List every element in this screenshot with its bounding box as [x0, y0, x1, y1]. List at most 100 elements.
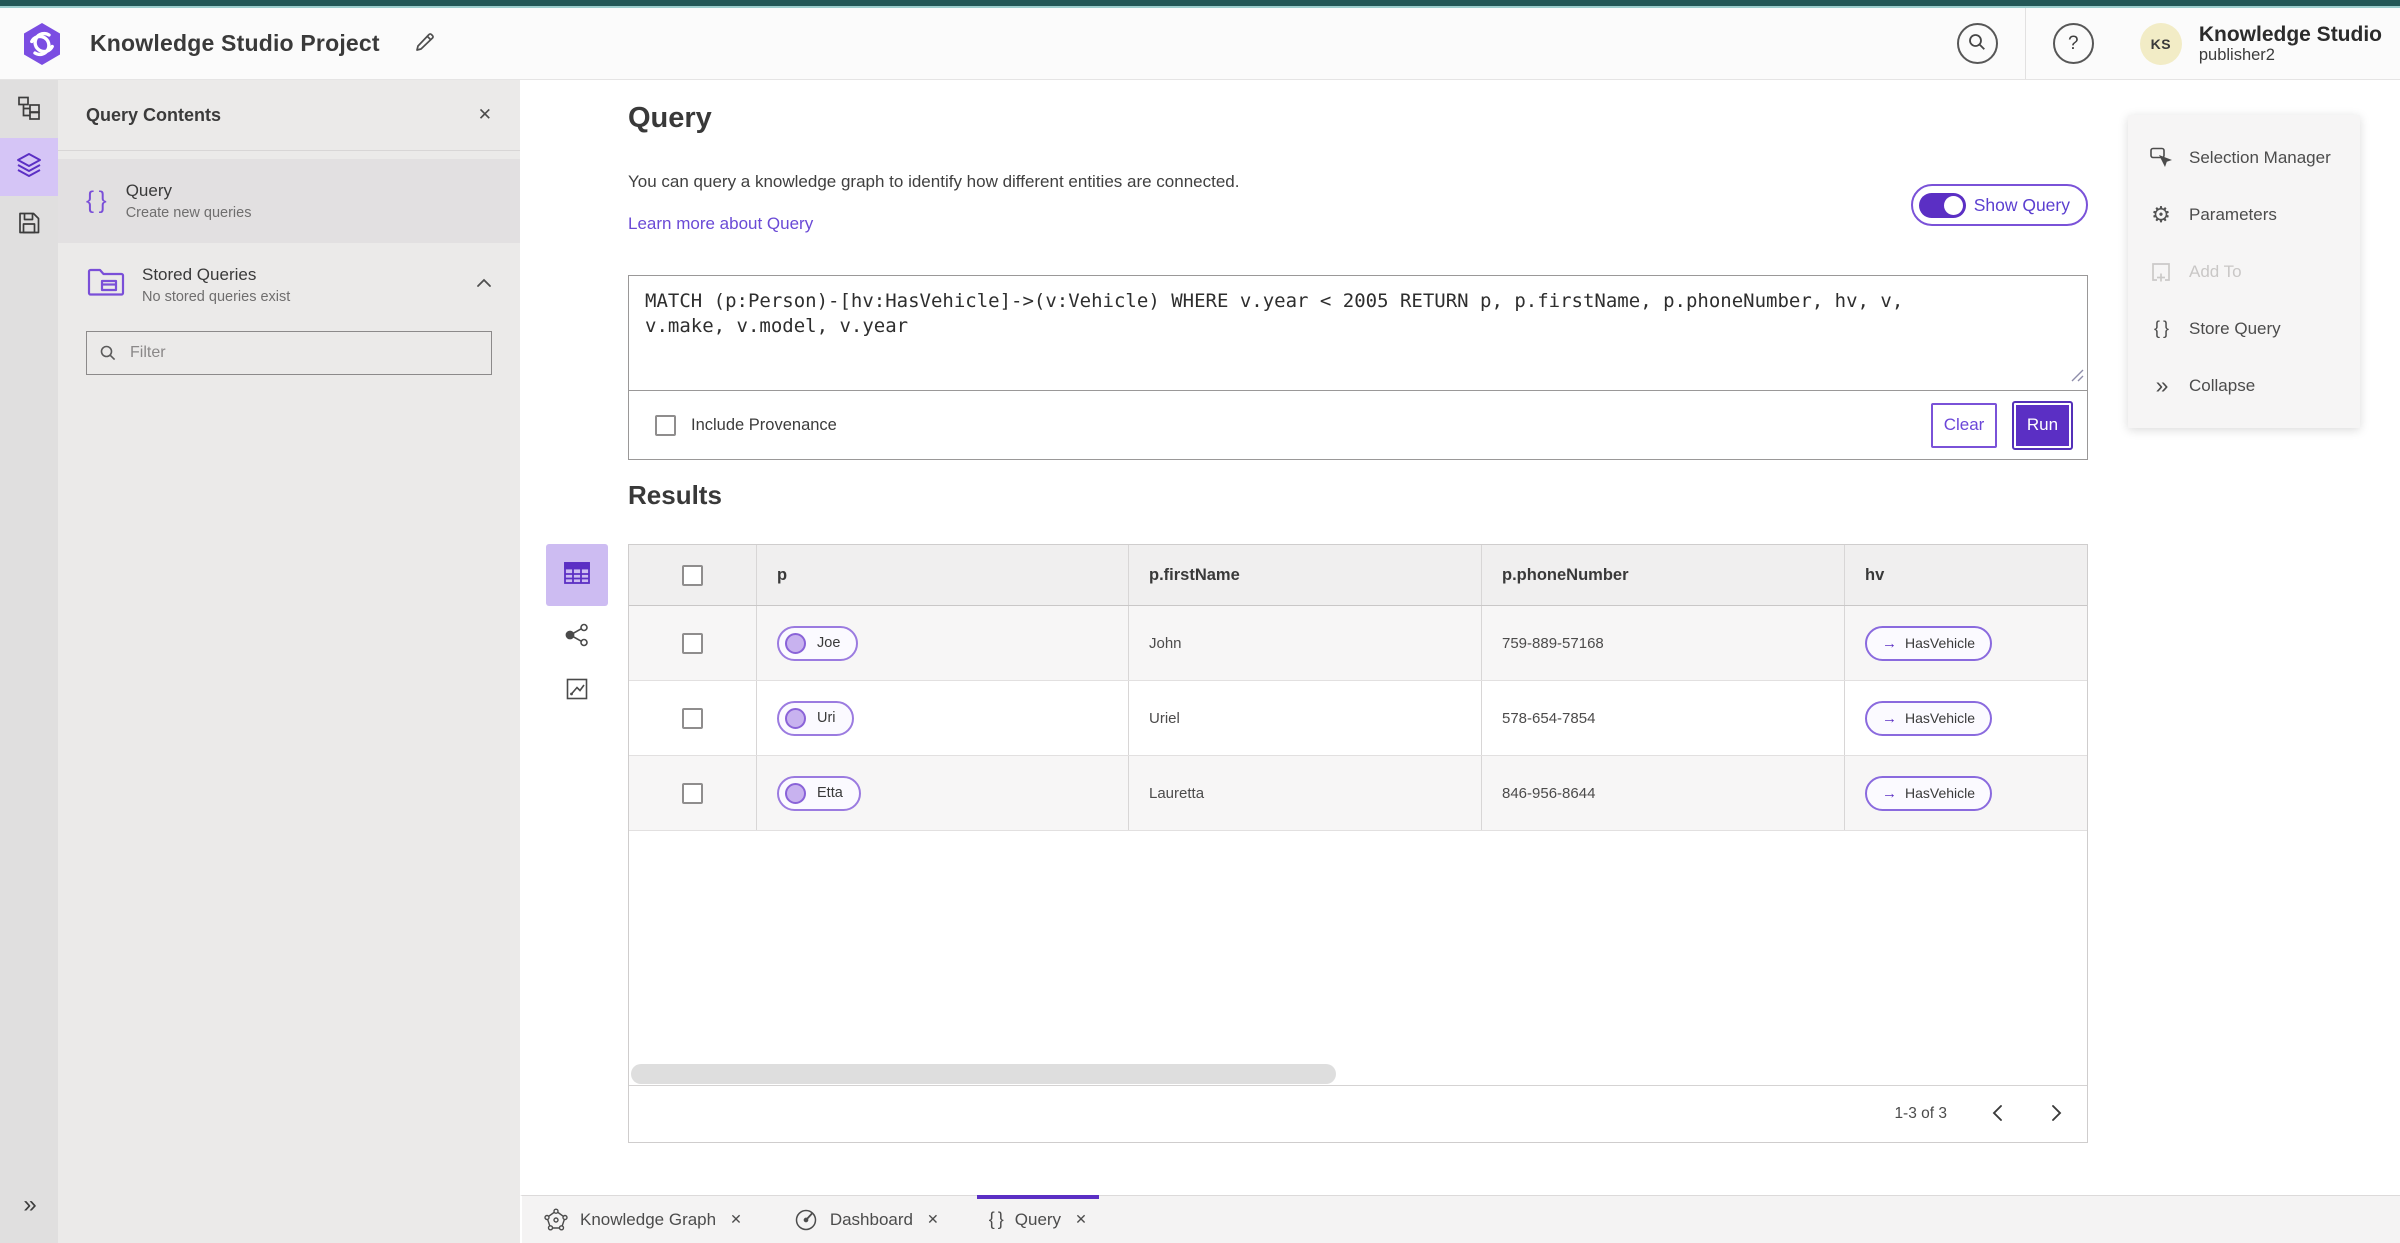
select-all-cell — [629, 545, 756, 605]
results-table: p p.firstName p.phoneNumber hv Joe John … — [628, 544, 2088, 1143]
cell-firstname: John — [1128, 606, 1481, 680]
tab-label: Knowledge Graph — [580, 1209, 717, 1229]
next-page-button[interactable] — [2047, 1100, 2067, 1129]
run-button[interactable]: Run — [2012, 400, 2073, 450]
clear-button[interactable]: Clear — [1931, 402, 1997, 448]
query-description: You can query a knowledge graph to ident… — [628, 172, 1240, 191]
left-icon-rail: » — [0, 80, 59, 1243]
user-role: publisher2 — [2198, 46, 2275, 65]
table-row: Etta Lauretta 846-956-8644 → HasVehicle — [629, 756, 2087, 831]
braces-icon: { } — [988, 1209, 1004, 1229]
cell-firstname: Lauretta — [1128, 756, 1481, 830]
parameters-item[interactable]: ⚙ Parameters — [2128, 186, 2360, 243]
edge-chip[interactable]: → HasVehicle — [1865, 775, 1993, 811]
chart-view-button[interactable] — [546, 668, 608, 714]
show-query-toggle[interactable]: Show Query — [1910, 184, 2088, 226]
tab-knowledge-graph[interactable]: Knowledge Graph ✕ — [536, 1196, 750, 1243]
query-editor-footer: Include Provenance Clear Run — [629, 390, 2087, 459]
filter-input[interactable] — [128, 343, 479, 363]
store-query-item[interactable]: { } Store Query — [2128, 300, 2360, 357]
horizontal-scrollbar[interactable] — [631, 1064, 1336, 1084]
hierarchy-icon — [16, 94, 42, 125]
edge-chip[interactable]: → HasVehicle — [1865, 625, 1993, 661]
column-header-p[interactable]: p — [756, 545, 1128, 605]
table-footer: 1-3 of 3 — [629, 1085, 2087, 1142]
panel-close-button[interactable]: ✕ — [478, 105, 492, 125]
query-contents-panel: Query Contents ✕ { } Query Create new qu… — [58, 80, 520, 1243]
close-icon[interactable]: ✕ — [927, 1211, 939, 1228]
include-provenance-checkbox[interactable] — [655, 414, 676, 436]
braces-icon: { } — [86, 187, 107, 214]
add-to-item: Add To — [2128, 243, 2360, 300]
tab-query[interactable]: { } Query ✕ — [976, 1195, 1099, 1243]
query-page-title: Query — [628, 102, 712, 134]
include-provenance-label: Include Provenance — [691, 415, 837, 434]
help-button[interactable]: ? — [2052, 23, 2094, 64]
expand-panel-button[interactable]: » — [0, 1191, 58, 1219]
table-view-icon — [563, 560, 591, 591]
rail-item-layers[interactable] — [0, 138, 58, 196]
previous-page-button[interactable] — [1987, 1100, 2007, 1129]
node-icon — [785, 782, 806, 804]
pencil-icon — [412, 29, 438, 58]
close-icon[interactable]: ✕ — [730, 1211, 742, 1228]
query-editor[interactable]: MATCH (p:Person)-[hv:HasVehicle]->(v:Veh… — [629, 276, 2087, 390]
collapse-icon: » — [2155, 372, 2169, 398]
add-to-icon — [2148, 260, 2174, 284]
chevron-up-icon[interactable] — [476, 275, 492, 293]
rail-item-hierarchy[interactable] — [0, 80, 58, 138]
panel-item-stored-queries[interactable]: Stored Queries No stored queries exist — [58, 259, 520, 305]
node-label: Uri — [817, 710, 836, 726]
pagination-info: 1-3 of 3 — [1894, 1105, 1947, 1122]
table-view-button[interactable] — [546, 544, 608, 606]
chevron-left-icon — [1991, 1104, 2003, 1125]
select-all-checkbox[interactable] — [682, 564, 703, 586]
selection-manager-label: Selection Manager — [2189, 147, 2331, 167]
layers-icon — [15, 151, 43, 184]
close-icon[interactable]: ✕ — [1075, 1211, 1087, 1228]
panel-item-query[interactable]: { } Query Create new queries — [58, 159, 520, 243]
arrow-right-icon: → — [1882, 709, 1897, 727]
collapse-label: Collapse — [2189, 375, 2256, 395]
row-checkbox[interactable] — [682, 782, 703, 804]
table-header-row: p p.firstName p.phoneNumber hv — [629, 545, 2087, 606]
project-title: Knowledge Studio Project — [90, 30, 380, 56]
user-info: Knowledge Studio publisher2 — [2199, 23, 2382, 65]
query-item-title: Query — [125, 181, 172, 200]
column-header-firstname[interactable]: p.firstName — [1128, 545, 1481, 605]
chart-view-icon — [565, 677, 589, 706]
column-header-hv[interactable]: hv — [1844, 545, 2087, 605]
code-area: MATCH (p:Person)-[hv:HasVehicle]->(v:Veh… — [629, 276, 2087, 390]
cell-phonenumber: 846-956-8644 — [1481, 756, 1844, 830]
edge-chip[interactable]: → HasVehicle — [1865, 700, 1993, 736]
stored-queries-subtitle: No stored queries exist — [142, 289, 291, 305]
stored-queries-text: Stored Queries No stored queries exist — [142, 265, 290, 305]
node-label: Etta — [817, 785, 843, 801]
dashboard-icon — [794, 1208, 818, 1232]
graph-view-button[interactable] — [546, 614, 608, 660]
row-checkbox[interactable] — [682, 632, 703, 654]
learn-more-link[interactable]: Learn more about Query — [628, 214, 813, 234]
tab-dashboard[interactable]: Dashboard ✕ — [786, 1196, 947, 1243]
column-header-phonenumber[interactable]: p.phoneNumber — [1481, 545, 1844, 605]
search-button[interactable] — [1956, 23, 1998, 64]
app-header: Knowledge Studio Project ? KS Knowledge … — [0, 8, 2400, 80]
node-chip[interactable]: Joe — [777, 625, 859, 661]
app-logo — [22, 22, 62, 66]
collapse-item[interactable]: » Collapse — [2128, 357, 2360, 414]
resize-handle-icon[interactable] — [2071, 369, 2084, 387]
row-checkbox[interactable] — [682, 707, 703, 729]
graph-view-icon — [564, 622, 590, 653]
avatar[interactable]: KS — [2139, 22, 2182, 65]
rail-item-save[interactable] — [0, 196, 58, 254]
node-chip[interactable]: Etta — [777, 775, 861, 811]
query-editor-box: MATCH (p:Person)-[hv:HasVehicle]->(v:Veh… — [628, 275, 2088, 460]
node-icon — [785, 707, 806, 729]
panel-header: Query Contents ✕ — [58, 80, 520, 151]
edge-label: HasVehicle — [1905, 635, 1976, 651]
node-chip[interactable]: Uri — [777, 700, 854, 736]
selection-manager-item[interactable]: Selection Manager — [2128, 129, 2360, 186]
stored-queries-filter — [86, 331, 492, 375]
show-query-label: Show Query — [1973, 194, 2070, 215]
edit-title-button[interactable] — [410, 29, 440, 59]
